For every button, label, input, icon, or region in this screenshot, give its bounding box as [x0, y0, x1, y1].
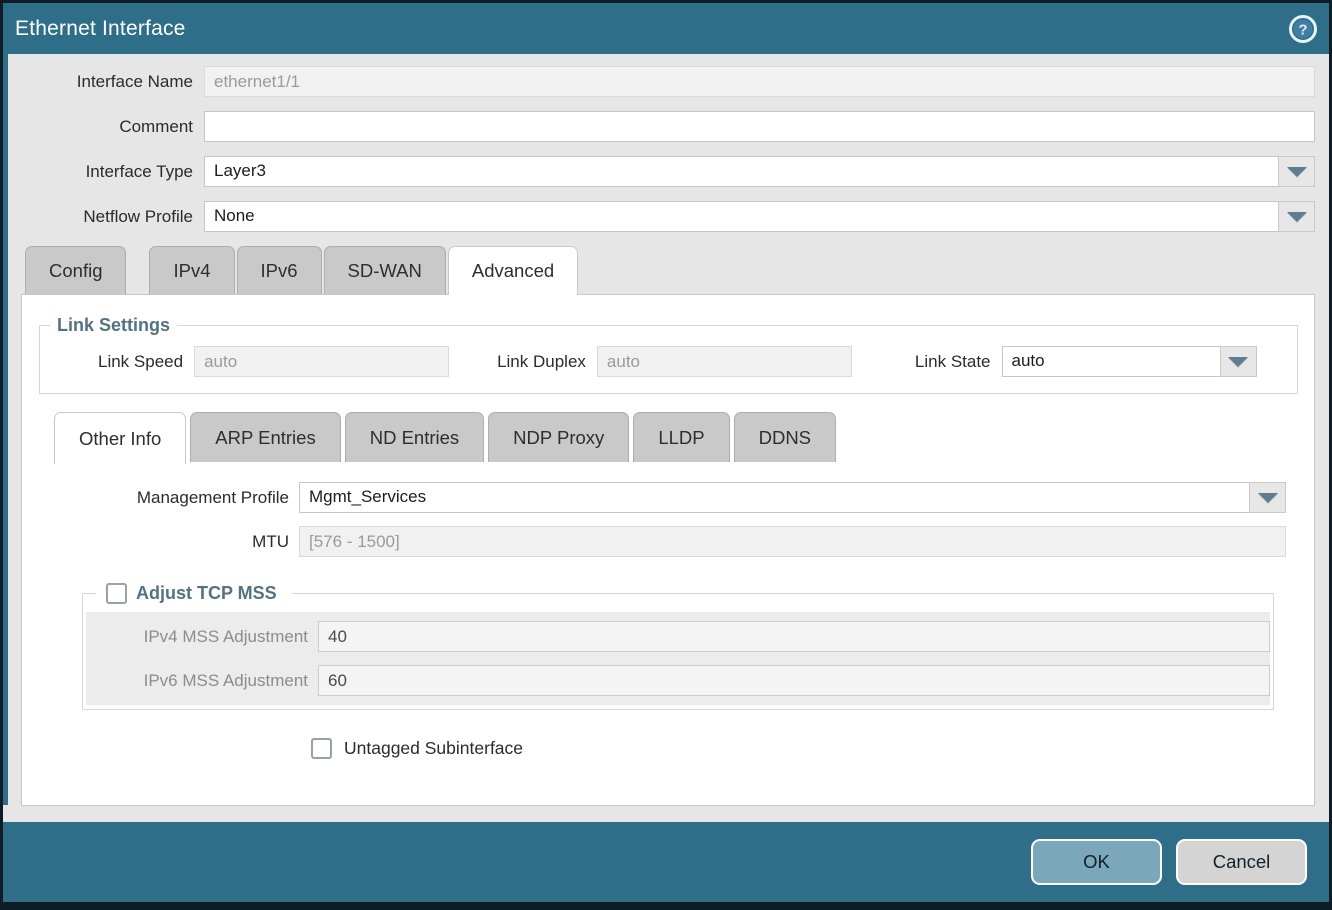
chevron-down-icon — [1228, 357, 1248, 367]
netflow-profile-row: Netflow Profile None — [8, 201, 1315, 232]
untagged-subinterface-row: Untagged Subinterface — [311, 738, 1314, 759]
comment-label: Comment — [8, 117, 204, 137]
main-tabs: Config IPv4 IPv6 SD-WAN Advanced — [25, 246, 1329, 294]
comment-row: Comment — [8, 111, 1315, 142]
ipv4-mss-label: IPv4 MSS Adjustment — [86, 627, 318, 647]
management-profile-label: Management Profile — [22, 488, 299, 508]
untagged-subinterface-checkbox[interactable] — [311, 738, 332, 759]
management-profile-select[interactable]: Mgmt_Services — [299, 482, 1286, 513]
netflow-profile-value[interactable]: None — [204, 201, 1315, 232]
chevron-down-icon — [1287, 167, 1307, 177]
chevron-down-icon — [1258, 493, 1278, 503]
ok-button[interactable]: OK — [1031, 839, 1162, 885]
tab-sdwan[interactable]: SD-WAN — [324, 246, 446, 294]
link-speed-group: Link Speed — [98, 346, 449, 377]
link-settings-row: Link Speed Link Duplex Link State auto — [40, 336, 1297, 377]
adjust-tcp-mss-legend-wrap: Adjust TCP MSS — [96, 583, 292, 604]
link-state-select[interactable]: auto — [1002, 346, 1257, 377]
comment-control — [204, 111, 1315, 142]
ipv6-mss-control — [318, 665, 1270, 696]
subtab-ddns[interactable]: DDNS — [734, 412, 836, 462]
interface-type-value[interactable]: Layer3 — [204, 156, 1315, 187]
ipv4-mss-control — [318, 621, 1270, 652]
link-state-dropdown-button[interactable] — [1220, 346, 1257, 377]
subtab-arp-entries[interactable]: ARP Entries — [190, 412, 340, 462]
management-profile-dropdown-button[interactable] — [1249, 482, 1286, 513]
subtab-lldp[interactable]: LLDP — [633, 412, 729, 462]
adjust-tcp-mss-checkbox[interactable] — [106, 583, 127, 604]
mtu-input — [299, 526, 1286, 557]
cancel-button[interactable]: Cancel — [1176, 839, 1307, 885]
dialog-title: Ethernet Interface — [15, 17, 186, 41]
ipv6-mss-row: IPv6 MSS Adjustment — [86, 665, 1270, 696]
ipv6-mss-label: IPv6 MSS Adjustment — [86, 671, 318, 691]
link-duplex-group: Link Duplex — [497, 346, 852, 377]
mtu-control — [299, 526, 1286, 557]
interface-type-dropdown-button[interactable] — [1278, 156, 1315, 187]
help-icon[interactable]: ? — [1289, 15, 1317, 43]
interface-type-label: Interface Type — [8, 162, 204, 182]
subtab-ndp-proxy[interactable]: NDP Proxy — [488, 412, 629, 462]
link-settings-legend: Link Settings — [50, 315, 177, 336]
dialog-main: Interface Name Comment Interface Type La… — [3, 54, 1329, 805]
dialog-body: Interface Name Comment Interface Type La… — [8, 54, 1329, 805]
dialog-titlebar: Ethernet Interface ? — [3, 3, 1329, 54]
link-speed-label: Link Speed — [98, 352, 194, 372]
adjust-tcp-mss-caption: Adjust TCP MSS — [136, 583, 277, 604]
netflow-profile-label: Netflow Profile — [8, 207, 204, 227]
interface-name-row: Interface Name — [8, 66, 1315, 97]
ipv6-mss-input — [318, 665, 1270, 696]
adjust-tcp-mss-fieldset: Adjust TCP MSS IPv4 MSS Adjustment IPv6 … — [82, 583, 1274, 710]
link-duplex-input — [597, 346, 852, 377]
tab-config[interactable]: Config — [25, 246, 126, 294]
mss-disabled-area: IPv4 MSS Adjustment IPv6 MSS Adjustment — [86, 612, 1270, 705]
tab-advanced[interactable]: Advanced — [448, 246, 578, 295]
comment-input[interactable] — [204, 111, 1315, 142]
untagged-subinterface-label: Untagged Subinterface — [344, 738, 523, 759]
interface-name-control — [204, 66, 1315, 97]
netflow-profile-select[interactable]: None — [204, 201, 1315, 232]
subtab-nd-entries[interactable]: ND Entries — [345, 412, 484, 462]
interface-name-label: Interface Name — [8, 72, 204, 92]
sub-tabs: Other Info ARP Entries ND Entries NDP Pr… — [54, 412, 1314, 462]
tab-ipv4[interactable]: IPv4 — [149, 246, 234, 294]
ipv4-mss-row: IPv4 MSS Adjustment — [86, 621, 1270, 652]
link-speed-input — [194, 346, 449, 377]
ipv4-mss-input — [318, 621, 1270, 652]
dialog-footer: OK Cancel — [3, 822, 1329, 902]
interface-name-input — [204, 66, 1315, 97]
link-settings-fieldset: Link Settings Link Speed Link Duplex Lin… — [39, 315, 1298, 394]
link-state-label: Link State — [915, 352, 1002, 372]
link-state-value[interactable]: auto — [1002, 346, 1257, 377]
interface-type-select[interactable]: Layer3 — [204, 156, 1315, 187]
management-profile-value[interactable]: Mgmt_Services — [299, 482, 1286, 513]
chevron-down-icon — [1287, 212, 1307, 222]
mtu-label: MTU — [22, 532, 299, 552]
tab-ipv6[interactable]: IPv6 — [237, 246, 322, 294]
link-duplex-label: Link Duplex — [497, 352, 597, 372]
advanced-tab-panel: Link Settings Link Speed Link Duplex Lin… — [21, 294, 1315, 806]
netflow-profile-dropdown-button[interactable] — [1278, 201, 1315, 232]
mtu-row: MTU — [22, 526, 1286, 557]
management-profile-row: Management Profile Mgmt_Services — [22, 482, 1286, 513]
link-state-group: Link State auto — [915, 346, 1257, 377]
subtab-other-info[interactable]: Other Info — [54, 412, 186, 464]
svg-text:?: ? — [1298, 21, 1307, 38]
ethernet-interface-dialog: Ethernet Interface ? Interface Name Comm… — [0, 0, 1332, 910]
interface-type-row: Interface Type Layer3 — [8, 156, 1315, 187]
